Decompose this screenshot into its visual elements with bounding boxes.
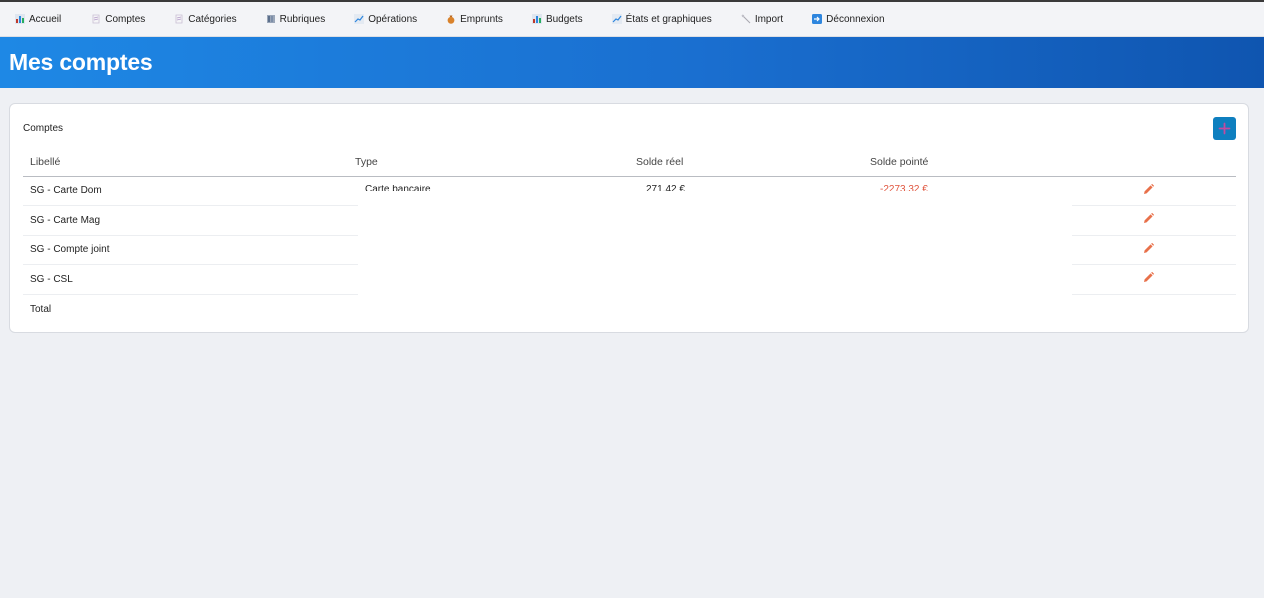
folder-icon [266, 14, 276, 24]
cell-total-solde-pointe [863, 293, 1054, 324]
logout-icon [812, 14, 823, 24]
table-header-row: Libellé Type Solde réel Solde pointé [23, 149, 1236, 177]
document-icon [91, 14, 101, 24]
cell-total-actions [1054, 293, 1236, 324]
column-header-solde-reel[interactable]: Solde réel [629, 149, 863, 177]
main-menu: Accueil Comptes Catégories Rubriques Opé… [0, 2, 1264, 37]
cell-actions [1054, 176, 1236, 206]
card-title: Comptes [23, 123, 64, 134]
column-header-libelle[interactable]: Libellé [23, 149, 348, 177]
menu-label: Import [754, 13, 784, 25]
clipped-type-text: Carte bancaire [365, 185, 431, 191]
menu-label: Opérations [368, 13, 418, 25]
menu-item-rubriques[interactable]: Rubriques [266, 13, 326, 25]
line-chart-icon [354, 14, 365, 24]
table-total-row: Total [23, 293, 1236, 324]
column-header-actions [1054, 149, 1236, 177]
edit-pencil-icon[interactable] [1142, 242, 1155, 258]
menu-label: Comptes [105, 13, 146, 25]
menu-item-accueil[interactable]: Accueil [15, 14, 61, 25]
line-chart-icon [611, 14, 622, 24]
document-icon [174, 14, 184, 24]
cell-total-type [348, 293, 629, 324]
menu-item-import[interactable]: Import [741, 14, 783, 25]
edit-pencil-icon[interactable] [1142, 213, 1155, 228]
menu-label: Emprunts [460, 13, 503, 25]
money-bag-icon [446, 14, 456, 24]
edit-pencil-icon[interactable] [1142, 272, 1155, 287]
pin-icon [741, 14, 751, 24]
menu-item-budgets[interactable]: Budgets [531, 13, 583, 25]
column-header-type[interactable]: Type [348, 149, 629, 177]
menu-item-etats-graphiques[interactable]: États et graphiques [611, 13, 712, 25]
cell-libelle: SG - Carte Mag [23, 205, 348, 236]
cell-libelle: SG - CSL [23, 264, 348, 295]
page-header: Mes comptes [0, 37, 1264, 88]
add-account-button[interactable] [1213, 117, 1236, 140]
blank-overlay [358, 186, 1072, 296]
menu-label: Catégories [188, 13, 237, 25]
menu-item-deconnexion[interactable]: Déconnexion [812, 13, 885, 25]
menu-label: Budgets [545, 13, 583, 25]
cell-actions [1054, 264, 1236, 295]
menu-item-operations[interactable]: Opérations [354, 14, 417, 25]
edit-pencil-icon[interactable] [1142, 183, 1155, 199]
cell-actions [1054, 235, 1236, 265]
cell-total-label: Total [23, 293, 348, 324]
bar-chart-icon [531, 14, 542, 24]
menu-item-comptes[interactable]: Comptes [91, 14, 145, 25]
clipped-solde-pointe-text: -2273,32 € [880, 185, 928, 191]
menu-label: Rubriques [279, 13, 326, 25]
menu-label: Déconnexion [826, 13, 885, 25]
accounts-card: Comptes Libellé Type Solde réel Solde po… [9, 103, 1249, 333]
cell-libelle: SG - Carte Dom [23, 176, 348, 206]
menu-item-emprunts[interactable]: Emprunts [446, 14, 503, 25]
bar-chart-icon [15, 14, 25, 24]
cell-actions [1054, 205, 1236, 236]
menu-item-categories[interactable]: Catégories [174, 13, 237, 25]
column-header-solde-pointe[interactable]: Solde pointé [863, 149, 1054, 177]
cell-total-solde-reel [629, 293, 863, 324]
menu-label: États et graphiques [625, 13, 712, 25]
plus-icon [1218, 122, 1231, 135]
page-title: Mes comptes [9, 49, 153, 75]
cell-libelle: SG - Compte joint [23, 235, 348, 265]
menu-label: Accueil [29, 13, 62, 25]
clipped-solde-reel-text: 271,42 € [646, 185, 685, 191]
